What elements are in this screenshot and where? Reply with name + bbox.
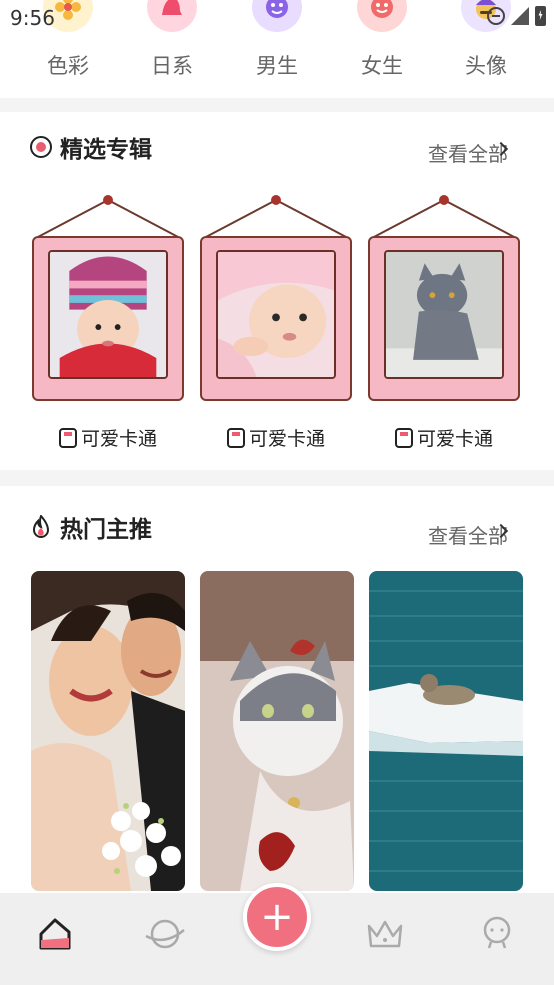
photo-frame xyxy=(368,236,520,401)
album-card[interactable]: 可爱卡通 xyxy=(366,192,522,450)
hot-image xyxy=(369,571,523,891)
photo-frame xyxy=(32,236,184,401)
hot-card[interactable] xyxy=(369,571,523,891)
hot-section: 热门主推 查看全部 xyxy=(0,486,554,906)
photo-frame xyxy=(200,236,352,401)
home-icon[interactable] xyxy=(32,911,78,957)
section-title: 热门主推 xyxy=(60,517,152,543)
hot-image xyxy=(200,571,354,891)
album-image xyxy=(384,250,504,379)
category-label: 女生 xyxy=(361,54,403,78)
album-label: 可爱卡通 xyxy=(416,428,493,450)
flame-icon xyxy=(30,514,52,539)
add-button[interactable]: + xyxy=(243,883,311,951)
album-label-icon xyxy=(58,427,77,448)
profile-icon[interactable] xyxy=(474,911,520,957)
target-icon xyxy=(30,136,52,158)
album-label: 可爱卡通 xyxy=(80,428,157,450)
album-label-icon xyxy=(394,427,413,448)
signal-icon xyxy=(511,7,529,25)
add-icon: + xyxy=(260,894,294,940)
album-image xyxy=(48,250,168,379)
crown-icon[interactable] xyxy=(362,911,408,957)
category-label: 头像 xyxy=(465,54,507,78)
view-all-link[interactable]: 查看全部 xyxy=(428,520,508,549)
battery-charging-icon xyxy=(535,6,546,26)
category-label: 男生 xyxy=(256,54,298,78)
featured-section: 精选专辑 查看全部 可爱卡通 可爱卡通 可爱卡通 xyxy=(0,112,554,470)
planet-icon[interactable] xyxy=(142,911,188,957)
album-image xyxy=(216,250,336,379)
album-label: 可爱卡通 xyxy=(248,428,325,450)
section-title: 精选专辑 xyxy=(60,137,152,163)
status-bar: 9:56 xyxy=(0,0,554,36)
category-label: 色彩 xyxy=(47,54,89,78)
album-card[interactable]: 可爱卡通 xyxy=(198,192,354,450)
hot-image xyxy=(31,571,185,891)
do-not-disturb-icon xyxy=(487,7,505,25)
hot-card[interactable] xyxy=(200,571,354,891)
category-label: 日系 xyxy=(151,54,193,78)
album-label-icon xyxy=(226,427,245,448)
view-all-link[interactable]: 查看全部 xyxy=(428,138,508,167)
album-card[interactable]: 可爱卡通 xyxy=(30,192,186,450)
hot-card[interactable] xyxy=(31,571,185,891)
status-time: 9:56 xyxy=(10,6,55,30)
